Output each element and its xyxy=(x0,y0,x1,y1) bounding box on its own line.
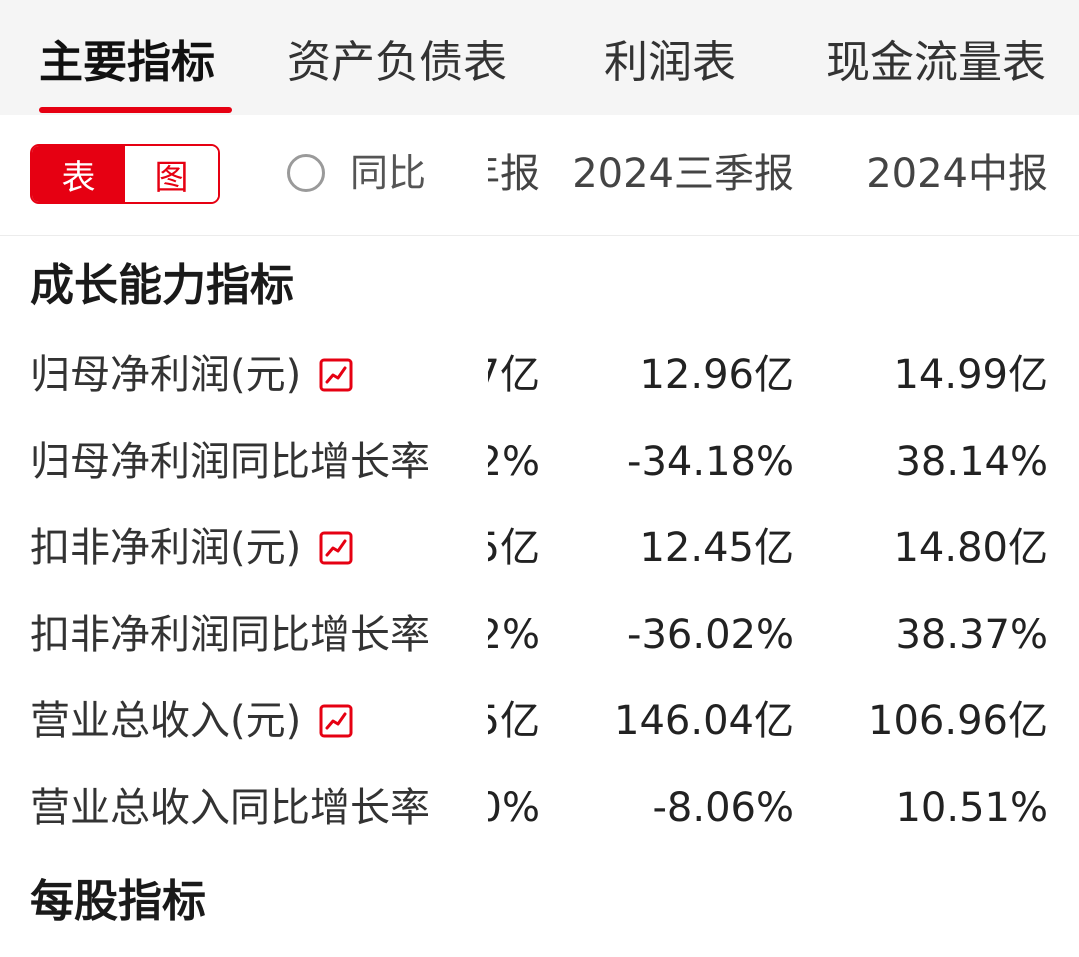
view-mode-toggle: 表 图 xyxy=(30,144,220,204)
row-label-text: 扣非净利润同比增长率 xyxy=(30,612,430,658)
period-header-q3[interactable]: 2024三季报 xyxy=(572,150,794,198)
cell-clip: 5亿 xyxy=(488,696,540,746)
cell-value: 12.96亿 xyxy=(639,352,794,398)
cell-value: 14.99亿 xyxy=(893,352,1048,398)
cell-value: -34.18% xyxy=(627,439,794,485)
row-label-net-profit[interactable]: 归母净利润(元) xyxy=(30,350,353,400)
period-header-clip: 年报 xyxy=(488,150,540,198)
section-title-per-share: 每股指标 xyxy=(30,876,206,927)
row-label-text: 归母净利润同比增长率 xyxy=(30,439,430,485)
tab-balance-sheet[interactable]: 资产负债表 xyxy=(287,34,507,92)
row-label-deducted-net-profit[interactable]: 扣非净利润(元) xyxy=(30,523,353,573)
row-label-text: 营业总收入同比增长率 xyxy=(30,785,430,831)
cell-value: 12.45亿 xyxy=(639,525,794,571)
active-tab-indicator xyxy=(39,107,232,113)
view-toolbar: 表 图 同比 年报 2024三季报 2024中报 xyxy=(0,115,1079,236)
cell-value: 38.37% xyxy=(895,612,1048,658)
yoy-label[interactable]: 同比 xyxy=(350,150,426,196)
report-tab-bar: 主要指标 资产负债表 利润表 现金流量表 xyxy=(0,0,1079,115)
cell-value: 5亿 xyxy=(488,525,540,571)
row-label-net-profit-yoy: 归母净利润同比增长率 xyxy=(30,437,430,487)
row-label-total-revenue[interactable]: 营业总收入(元) xyxy=(30,696,353,746)
cell-value: 10.51% xyxy=(895,785,1048,831)
trend-chart-icon[interactable] xyxy=(319,704,353,738)
row-label-text: 营业总收入(元) xyxy=(30,698,302,744)
row-label-deducted-net-profit-yoy: 扣非净利润同比增长率 xyxy=(30,610,430,660)
period-header-h1[interactable]: 2024中报 xyxy=(866,150,1048,198)
cell-value: -36.02% xyxy=(627,612,794,658)
section-title-growth: 成长能力指标 xyxy=(30,260,294,311)
tab-income-statement[interactable]: 利润表 xyxy=(604,34,736,92)
cell-value: 38.14% xyxy=(895,439,1048,485)
row-label-total-revenue-yoy: 营业总收入同比增长率 xyxy=(30,783,430,833)
cell-value: 0% xyxy=(488,785,540,831)
cell-value: 5亿 xyxy=(488,698,540,744)
cell-value: 14.80亿 xyxy=(893,525,1048,571)
tab-cash-flow[interactable]: 现金流量表 xyxy=(826,34,1046,92)
row-label-text: 扣非净利润(元) xyxy=(30,525,302,571)
cell-clip: 0% xyxy=(488,783,540,833)
cell-clip: 2% xyxy=(488,610,540,660)
cell-value: 2% xyxy=(488,612,540,658)
cell-value: -8.06% xyxy=(652,785,794,831)
cell-clip: 5亿 xyxy=(488,523,540,573)
cell-clip: 2% xyxy=(488,437,540,487)
cell-value: 146.04亿 xyxy=(614,698,794,744)
trend-chart-icon[interactable] xyxy=(319,531,353,565)
chart-view-button[interactable]: 图 xyxy=(125,146,218,202)
cell-value: 106.96亿 xyxy=(868,698,1048,744)
trend-chart-icon[interactable] xyxy=(319,358,353,392)
cell-clip: 7亿 xyxy=(488,350,540,400)
period-header-annual[interactable]: 年报 xyxy=(488,150,540,198)
cell-value: 2% xyxy=(488,439,540,485)
tab-main-indicators[interactable]: 主要指标 xyxy=(39,34,215,92)
cell-value: 7亿 xyxy=(488,352,540,398)
table-view-button[interactable]: 表 xyxy=(32,146,125,202)
yoy-radio[interactable] xyxy=(287,154,325,192)
row-label-text: 归母净利润(元) xyxy=(30,352,302,398)
